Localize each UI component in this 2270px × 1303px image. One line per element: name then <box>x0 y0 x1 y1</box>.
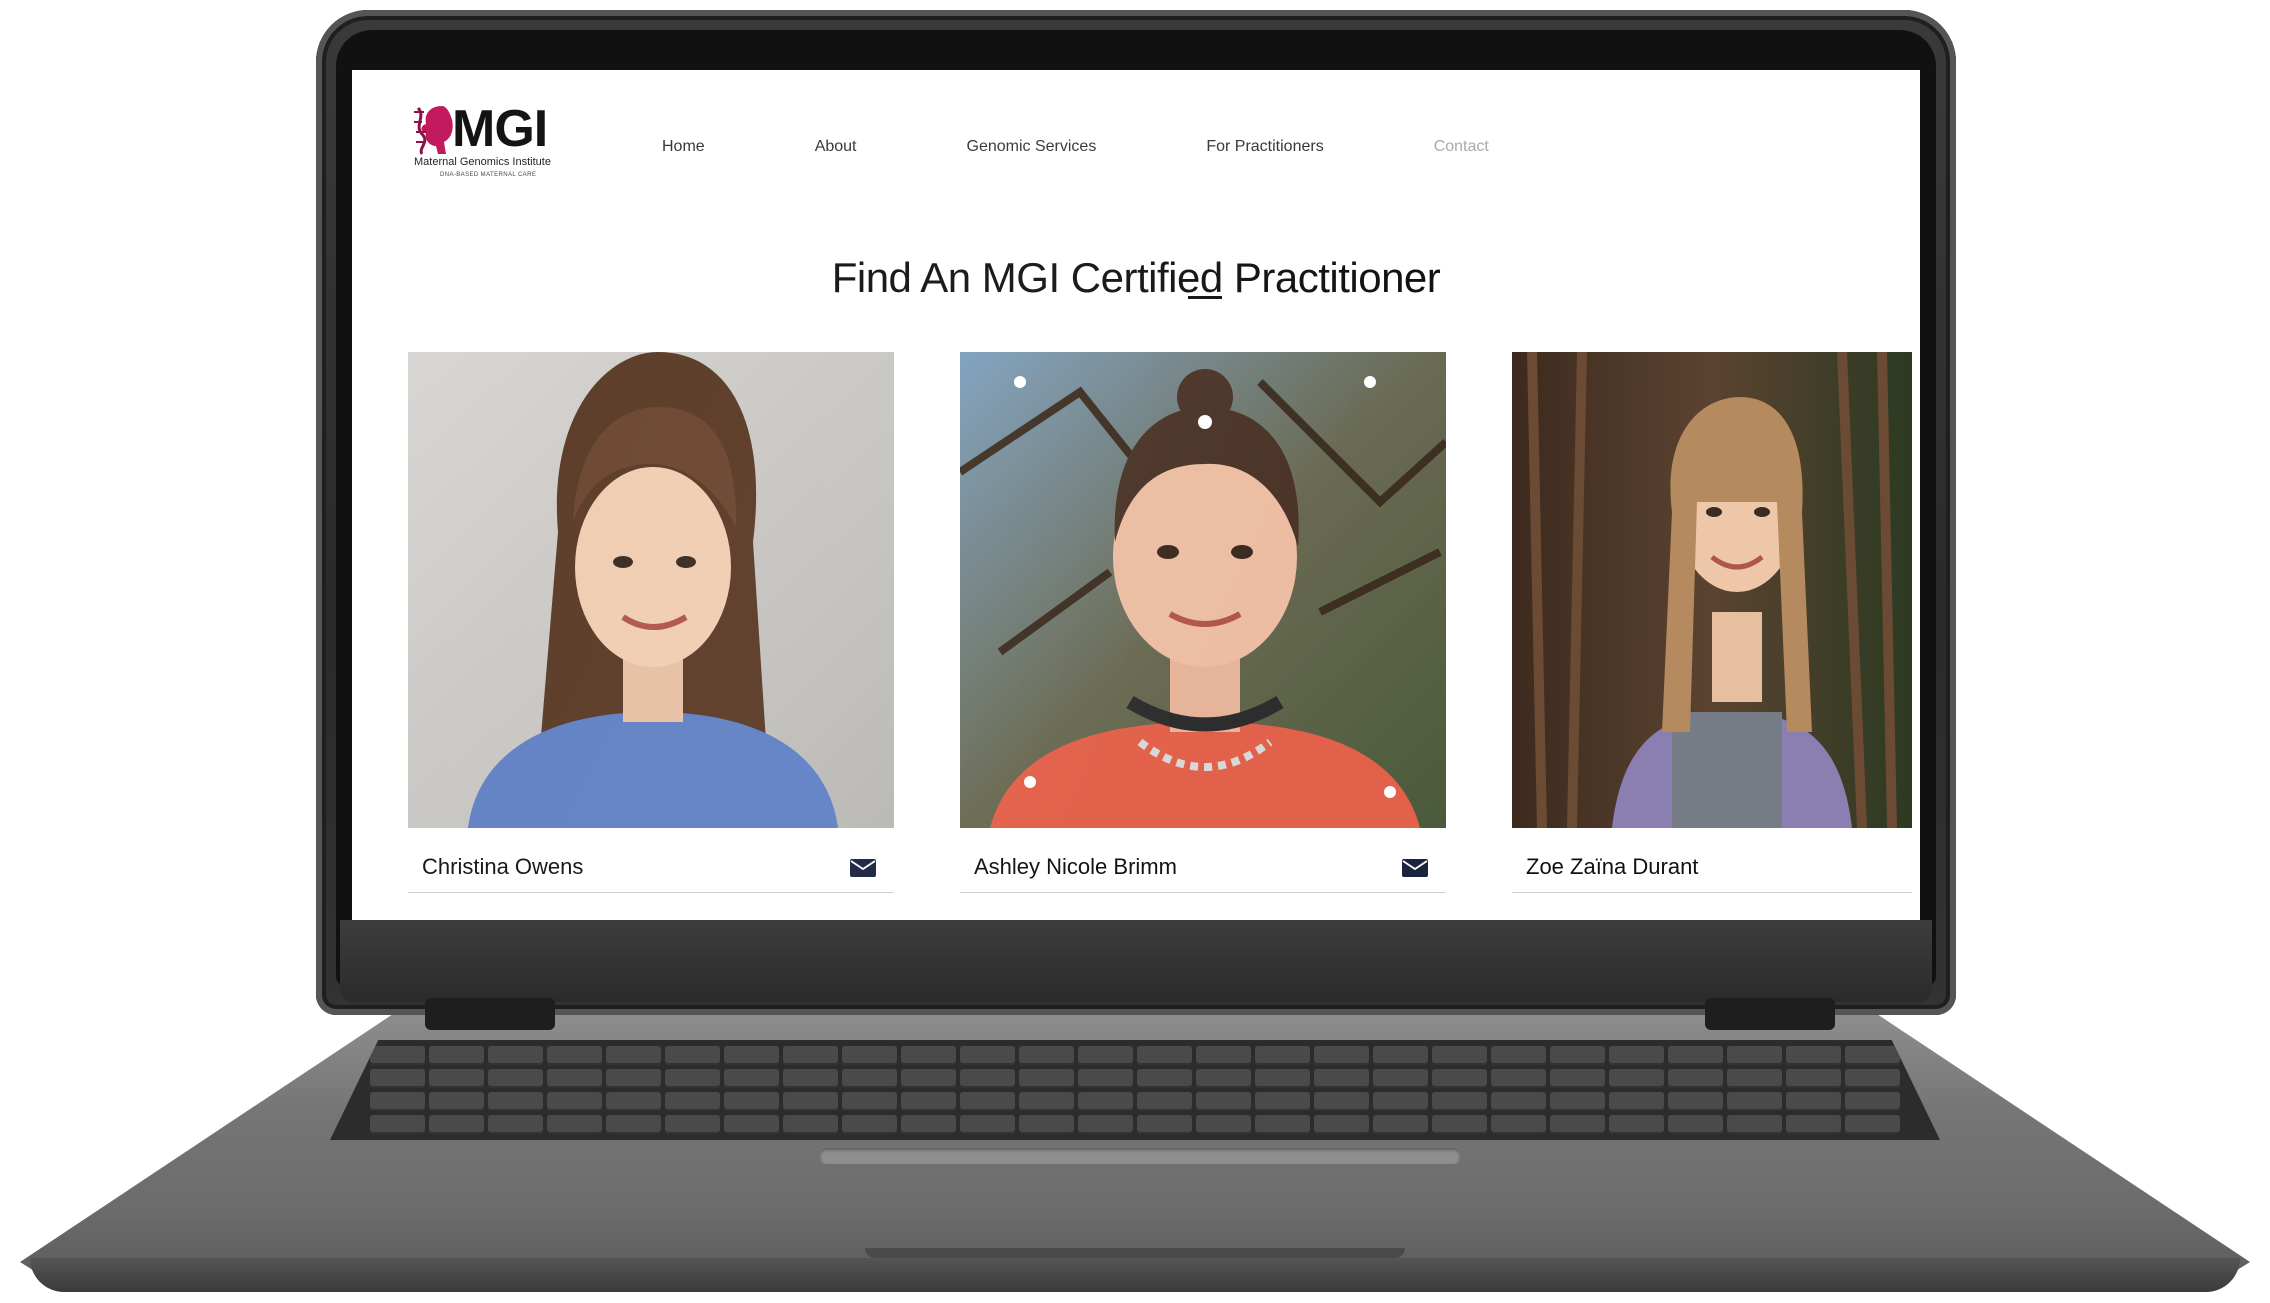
logo-tagline: DNA-BASED MATERNAL CARE <box>440 172 537 178</box>
laptop-mockup: MGI Maternal Genomics Institute DNA-BASE… <box>0 0 2270 1303</box>
logo-subtitle: Maternal Genomics Institute <box>414 156 551 168</box>
laptop-hinge-right <box>1705 998 1835 1030</box>
practitioner-photo[interactable] <box>960 352 1446 828</box>
card-divider <box>1512 892 1912 893</box>
laptop-hinge-left <box>425 998 555 1030</box>
main-nav: Home About Genomic Services For Practiti… <box>662 132 1599 162</box>
site-header: MGI Maternal Genomics Institute DNA-BASE… <box>352 70 1920 210</box>
practitioner-photo[interactable] <box>1512 352 1912 828</box>
portrait-image <box>408 352 894 828</box>
laptop-trackpad <box>820 1148 1460 1164</box>
page-title: Find An MGI Certified Practitioner <box>831 254 1441 302</box>
laptop-base-edge <box>30 1258 2240 1292</box>
portrait-image <box>960 352 1446 828</box>
nav-about[interactable]: About <box>815 138 857 156</box>
title-underline <box>1188 296 1222 299</box>
practitioner-name: Christina Owens <box>422 854 584 879</box>
nav-contact[interactable]: Contact <box>1434 138 1489 156</box>
site-logo[interactable]: MGI Maternal Genomics Institute DNA-BASE… <box>412 102 572 192</box>
nav-for-practitioners[interactable]: For Practitioners <box>1206 138 1323 156</box>
practitioner-grid: Christina Owens Ashley Nicole Brimm Zoe … <box>408 352 1920 912</box>
practitioner-name: Ashley Nicole Brimm <box>974 854 1177 879</box>
portrait-image <box>1512 352 1912 828</box>
card-divider <box>408 892 894 893</box>
practitioner-name: Zoe Zaïna Durant <box>1526 854 1699 879</box>
laptop-keyboard <box>330 1040 1940 1140</box>
practitioner-card: Christina Owens <box>408 352 894 912</box>
envelope-icon[interactable] <box>1402 859 1428 877</box>
card-divider <box>960 892 1446 893</box>
logo-wordmark: MGI <box>452 100 548 158</box>
laptop-front-notch <box>865 1248 1405 1258</box>
practitioner-card: Zoe Zaïna Durant <box>1512 352 1912 912</box>
nav-genomic-services[interactable]: Genomic Services <box>967 138 1097 156</box>
laptop-chin <box>340 920 1932 1002</box>
laptop-screen: MGI Maternal Genomics Institute DNA-BASE… <box>352 70 1920 920</box>
practitioner-card: Ashley Nicole Brimm <box>960 352 1446 912</box>
envelope-icon[interactable] <box>850 859 876 877</box>
practitioner-photo[interactable] <box>408 352 894 828</box>
nav-home[interactable]: Home <box>662 138 705 156</box>
